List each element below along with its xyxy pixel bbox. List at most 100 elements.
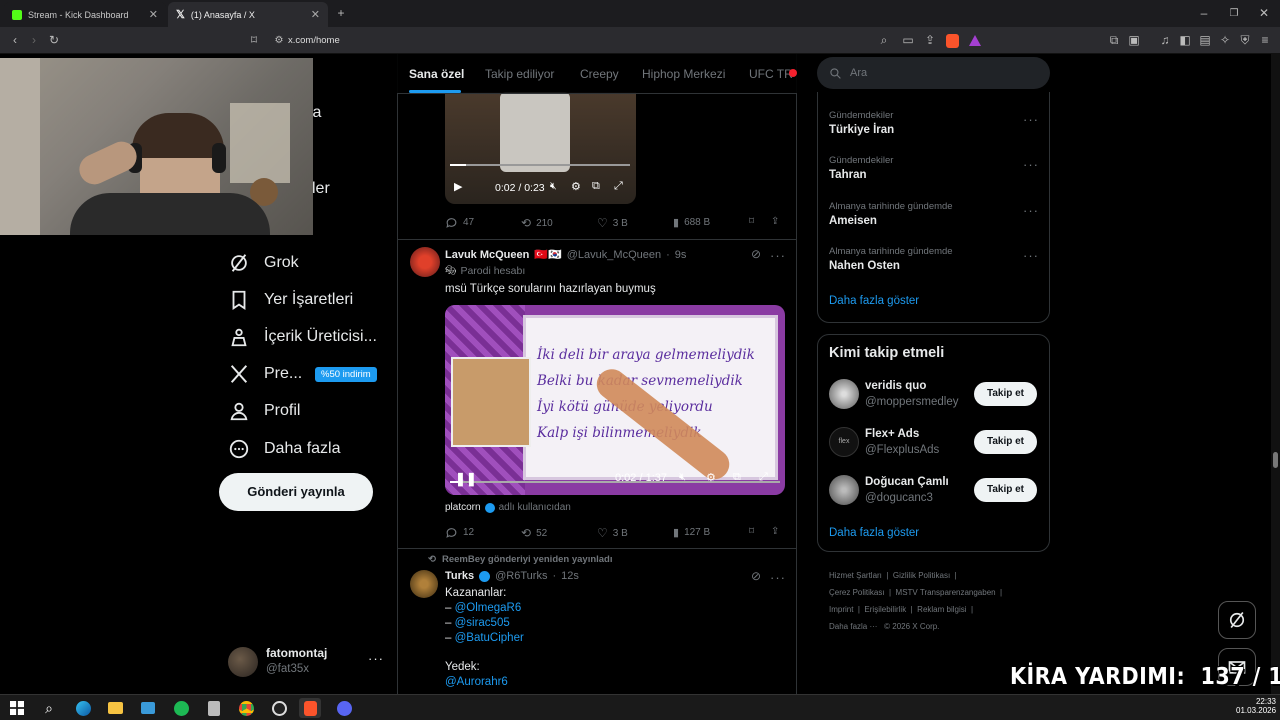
- share-icon[interactable]: ⇪: [921, 27, 939, 54]
- avatar[interactable]: flex: [829, 427, 859, 457]
- reload-icon[interactable]: ↻: [45, 27, 63, 54]
- bookmark-button[interactable]: ⌑: [749, 216, 754, 227]
- extensions-icon[interactable]: ⧉: [1105, 27, 1123, 54]
- author-name[interactable]: Lavuk McQueen: [445, 249, 529, 261]
- trend-item[interactable]: Almanya tarihinde gündemde Ameisen: [829, 201, 953, 227]
- discord-icon[interactable]: [333, 698, 355, 718]
- avatar[interactable]: [829, 475, 859, 505]
- vpn-icon[interactable]: ⛨: [1236, 27, 1254, 54]
- tab-for-you[interactable]: Sana özel: [409, 54, 464, 94]
- brave-shield-icon[interactable]: [946, 34, 959, 48]
- nav-grok[interactable]: Grok: [228, 248, 299, 278]
- mute-icon[interactable]: 🔇︎: [679, 471, 686, 484]
- play-icon[interactable]: ▶: [454, 180, 462, 193]
- author-handle[interactable]: @R6Turks: [495, 570, 547, 582]
- like-button[interactable]: ♡ 3 B: [597, 526, 628, 540]
- nav-premium[interactable]: Pre...: [228, 359, 302, 389]
- footer-link[interactable]: Çerez Politikası: [829, 588, 885, 597]
- edge-icon[interactable]: [72, 698, 94, 718]
- suggestion-name[interactable]: Doğucan Çamlı: [865, 476, 949, 488]
- leo-ai-icon[interactable]: ✧: [1216, 27, 1234, 54]
- avatar[interactable]: [410, 247, 440, 277]
- show-more-link[interactable]: Daha fazla göster: [829, 527, 919, 539]
- brave-rewards-icon[interactable]: [969, 35, 981, 46]
- pip-icon[interactable]: ⧉: [592, 180, 600, 193]
- grok-explain-icon[interactable]: ⊘: [751, 247, 761, 261]
- brave-taskbar-icon[interactable]: [299, 698, 321, 718]
- zoom-icon[interactable]: ⌕: [875, 27, 893, 54]
- nav-creator-studio[interactable]: İçerik Üreticisi...: [228, 322, 377, 352]
- pause-icon[interactable]: ❚❚: [455, 471, 477, 487]
- tab-search-icon[interactable]: ▣: [1125, 27, 1143, 54]
- source-name[interactable]: platcorn: [445, 502, 481, 513]
- menu-icon[interactable]: ≡: [1256, 27, 1274, 54]
- repost-button[interactable]: ⟲ 210: [521, 216, 553, 230]
- grok-explain-icon[interactable]: ⊘: [751, 569, 761, 583]
- search-input[interactable]: Ara: [817, 57, 1050, 89]
- scrollbar-thumb[interactable]: [1273, 452, 1278, 468]
- author-name[interactable]: Turks: [445, 570, 474, 582]
- share-button[interactable]: ⇪: [771, 216, 779, 227]
- tab-x-home[interactable]: 𝕏 (1) Anasayfa / X ✕: [168, 2, 328, 27]
- author-handle[interactable]: @Lavuk_McQueen: [567, 249, 661, 261]
- footer-link[interactable]: Gizlilik Politikası: [893, 571, 950, 580]
- tab-creepy[interactable]: Creepy: [580, 54, 619, 94]
- reply-button[interactable]: 12: [445, 526, 474, 539]
- avatar[interactable]: [829, 379, 859, 409]
- account-switcher[interactable]: fatomontaj @fat35x ···: [226, 643, 388, 681]
- back-icon[interactable]: ‹: [6, 27, 24, 54]
- follow-button[interactable]: Takip et: [974, 382, 1037, 406]
- spotify-icon[interactable]: [170, 698, 192, 718]
- show-more-link[interactable]: Daha fazla göster: [829, 295, 919, 307]
- footer-link[interactable]: Reklam bilgisi: [917, 605, 966, 614]
- reply-button[interactable]: 47: [445, 216, 474, 229]
- wallet-icon[interactable]: ▤: [1196, 27, 1214, 54]
- footer-link[interactable]: Erişilebilirlik: [864, 605, 906, 614]
- mention-link[interactable]: @Aurorahr6: [445, 675, 524, 690]
- settings-icon[interactable]: ⚙: [706, 471, 716, 484]
- cast-icon[interactable]: ▭: [899, 27, 917, 54]
- views-button[interactable]: ▮ 688 B: [673, 216, 710, 229]
- settings-icon[interactable]: ⚙: [571, 180, 581, 193]
- chrome-icon[interactable]: [235, 698, 257, 718]
- suggestion-handle[interactable]: @FlexplusAds: [865, 444, 939, 456]
- nav-bookmarks[interactable]: Yer İşaretleri: [228, 285, 353, 315]
- tab-following[interactable]: Takip ediliyor: [485, 54, 554, 94]
- media-icon[interactable]: ♫: [1156, 27, 1174, 54]
- mention-link[interactable]: @sirac505: [455, 617, 510, 629]
- trend-item[interactable]: Almanya tarihinde gündemde Nahen Osten: [829, 246, 953, 272]
- post-button[interactable]: Gönderi yayınla: [219, 473, 373, 511]
- clock[interactable]: 22:33 01.03.2026: [1236, 697, 1276, 715]
- views-button[interactable]: ▮ 127 B: [673, 526, 710, 539]
- bookmark-button[interactable]: ⌑: [749, 526, 754, 537]
- mention-link[interactable]: @OlmegaR6: [455, 602, 522, 614]
- forward-icon[interactable]: ›: [25, 27, 43, 54]
- post-time[interactable]: 9s: [675, 249, 687, 261]
- post2-video[interactable]: İki deli bir araya gelmemeliydik Belki b…: [445, 305, 785, 495]
- minimize-button[interactable]: –: [1195, 0, 1213, 27]
- bookmark-page-icon[interactable]: ⌑: [245, 27, 263, 54]
- footer-link[interactable]: Imprint: [829, 605, 853, 614]
- post-more-icon[interactable]: ···: [770, 570, 786, 585]
- suggestion-name[interactable]: Flex+ Ads: [865, 428, 919, 440]
- tab-hiphop[interactable]: Hiphop Merkezi: [642, 54, 725, 94]
- suggestion-handle[interactable]: @moppersmedley: [865, 396, 959, 408]
- trend-more-icon[interactable]: ···: [1023, 248, 1039, 263]
- post-time[interactable]: 12s: [561, 570, 579, 582]
- mute-icon[interactable]: 🔇︎: [550, 180, 557, 193]
- tab-close-icon[interactable]: ✕: [149, 8, 158, 21]
- like-button[interactable]: ♡ 3 B: [597, 216, 628, 230]
- premium-discount-badge[interactable]: %50 indirim: [315, 367, 377, 382]
- mention-link[interactable]: @BatuCipher: [455, 632, 524, 644]
- obs-icon[interactable]: [268, 698, 290, 718]
- suggestion-name[interactable]: veridis quo: [865, 380, 926, 392]
- avatar[interactable]: [410, 570, 438, 598]
- sidebar-toggle-icon[interactable]: ◧: [1176, 27, 1194, 54]
- account-more-icon[interactable]: ···: [368, 651, 384, 666]
- suggestion-handle[interactable]: @dogucanc3: [865, 492, 933, 504]
- footer-link[interactable]: Hizmet Şartları: [829, 571, 882, 580]
- post-more-icon[interactable]: ···: [770, 248, 786, 263]
- trend-more-icon[interactable]: ···: [1023, 112, 1039, 127]
- fullscreen-icon[interactable]: ⤢: [614, 180, 623, 193]
- follow-button[interactable]: Takip et: [974, 430, 1037, 454]
